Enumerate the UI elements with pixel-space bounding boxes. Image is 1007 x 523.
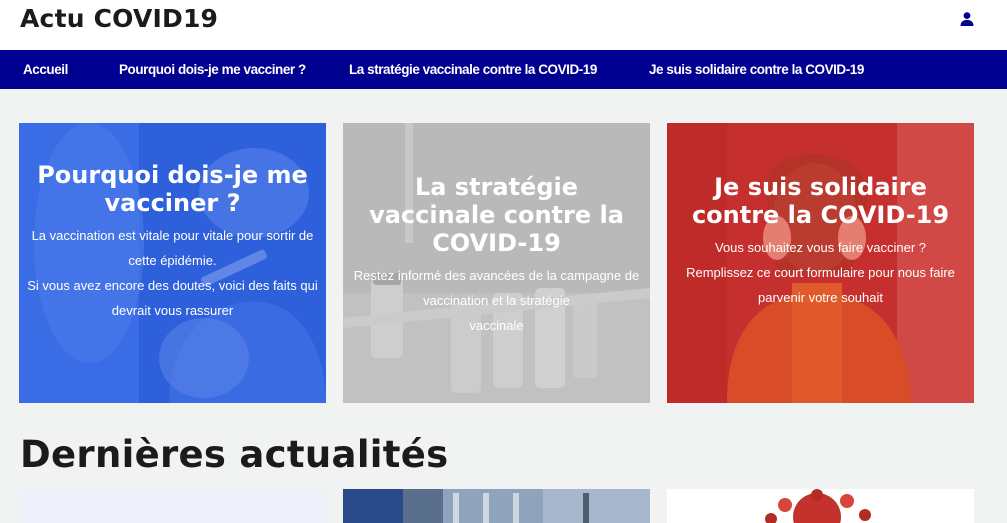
card-body-line: La vaccination est vitale pour vitale po… xyxy=(31,228,314,243)
card-title: Je suis solidaire contre la COVID-19 xyxy=(691,173,950,229)
card-text: La stratégie vaccinale contre la COVID-1… xyxy=(343,173,650,338)
nav-item-strategie-vaccinale[interactable]: La stratégie vaccinale contre la COVID-1… xyxy=(349,50,597,89)
card-body-line: parvenir votre souhait xyxy=(757,290,883,305)
news-card[interactable] xyxy=(667,489,974,523)
card-body: Restez informé des avancées de la campag… xyxy=(351,263,642,338)
main-nav: Accueil Pourquoi dois-je me vacciner ? L… xyxy=(0,50,1007,89)
site-title[interactable]: Actu COVID19 xyxy=(20,4,218,33)
news-card[interactable] xyxy=(343,489,650,523)
user-icon[interactable] xyxy=(959,11,975,27)
card-title: La stratégie vaccinale contre la COVID-1… xyxy=(369,173,624,257)
card-pourquoi-vacciner[interactable]: Pourquoi dois-je me vacciner ? La vaccin… xyxy=(19,123,326,403)
card-body-line: Vous souhaitez vous faire vacciner ? xyxy=(714,240,926,255)
card-body-line: vaccination et la stratégie xyxy=(423,293,570,308)
news-image xyxy=(19,489,326,523)
card-body-line: devrait vous rassurer xyxy=(111,303,234,318)
card-body-line: Remplissez ce court formulaire pour nous… xyxy=(686,265,955,280)
news-image xyxy=(343,489,650,523)
card-text: Pourquoi dois-je me vacciner ? La vaccin… xyxy=(19,161,326,323)
card-body: La vaccination est vitale pour vitale po… xyxy=(27,223,318,323)
card-body-line: Restez informé des avancées de la campag… xyxy=(353,268,640,283)
card-text: Je suis solidaire contre la COVID-19 Vou… xyxy=(667,173,974,310)
card-body-line: Si vous avez encore des doutes, voici de… xyxy=(27,278,318,293)
nav-item-accueil[interactable]: Accueil xyxy=(23,50,68,89)
card-body-line: vaccinale xyxy=(469,318,524,333)
section-title-dernieres-actualites: Dernières actualités xyxy=(20,433,449,476)
card-solidaire[interactable]: Je suis solidaire contre la COVID-19 Vou… xyxy=(667,123,974,403)
news-card[interactable] xyxy=(19,489,326,523)
card-body-line: cette épidémie. xyxy=(128,253,217,268)
card-title: Pourquoi dois-je me vacciner ? xyxy=(37,161,308,217)
nav-item-solidaire[interactable]: Je suis solidaire contre la COVID-19 xyxy=(649,50,864,89)
card-body: Vous souhaitez vous faire vacciner ? Rem… xyxy=(675,235,966,310)
card-strategie-vaccinale[interactable]: La stratégie vaccinale contre la COVID-1… xyxy=(343,123,650,403)
nav-item-pourquoi-vacciner[interactable]: Pourquoi dois-je me vacciner ? xyxy=(119,50,306,89)
virus-image xyxy=(667,489,974,523)
site-header: Actu COVID19 xyxy=(0,0,1007,50)
